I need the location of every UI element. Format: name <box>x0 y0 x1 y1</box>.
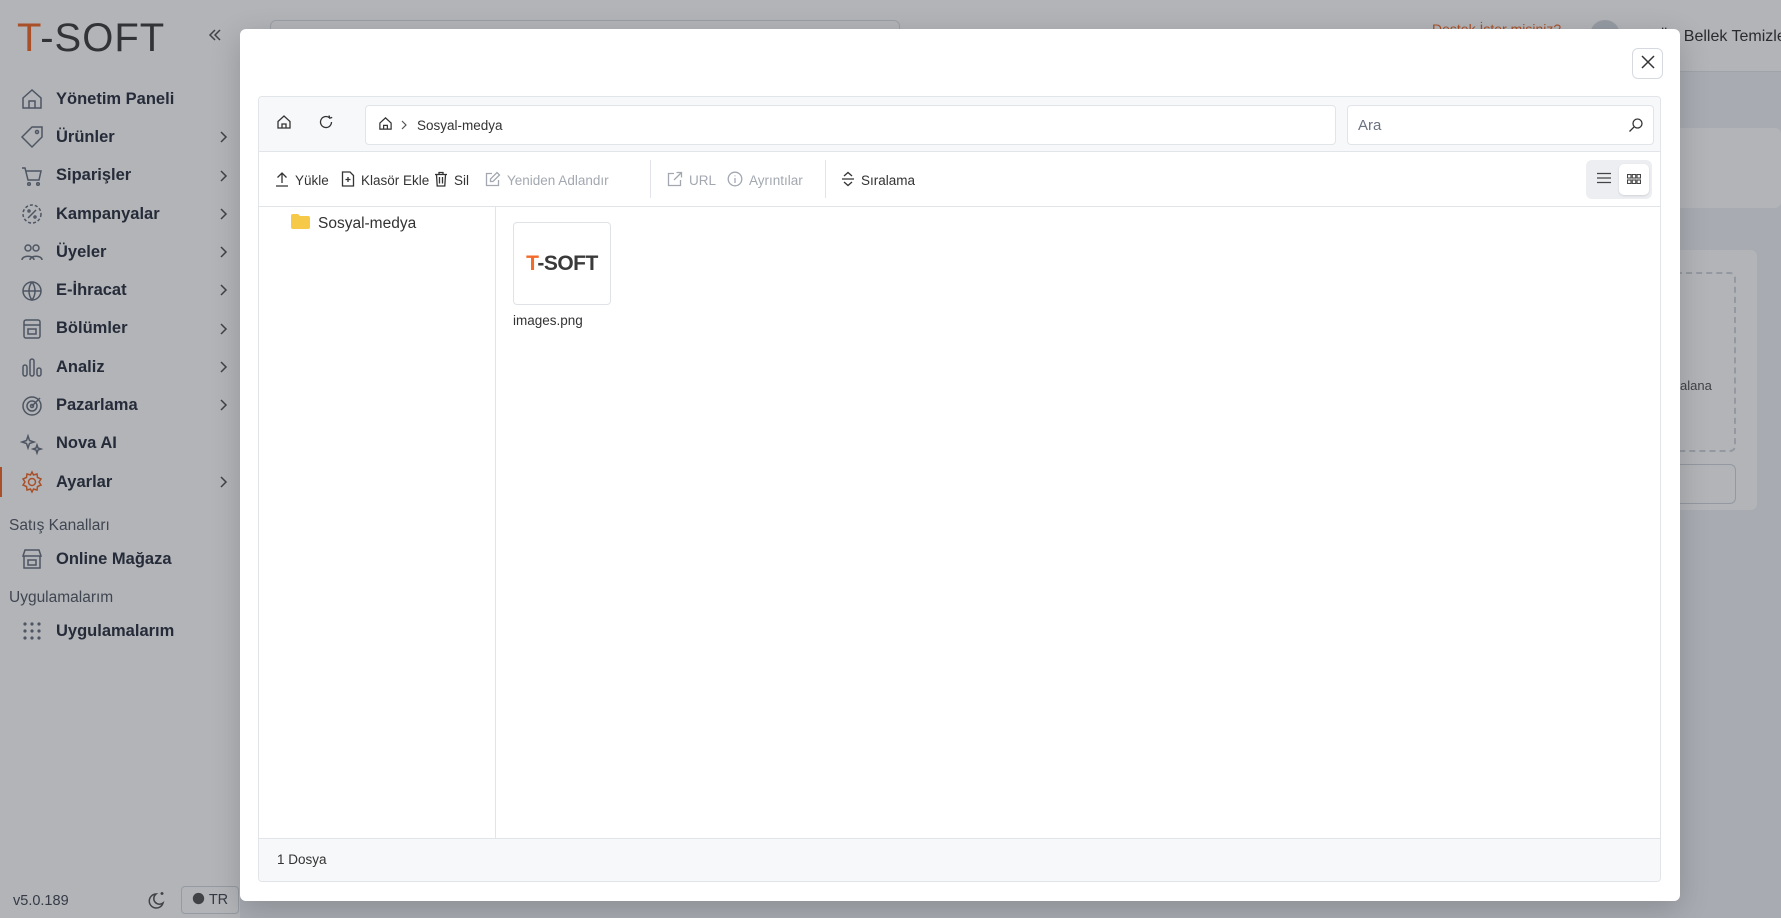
refresh-icon <box>318 114 334 135</box>
refresh-button[interactable] <box>313 111 339 137</box>
info-icon <box>727 171 743 190</box>
add-folder-label: Klasör Ekle <box>361 172 430 188</box>
search-icon[interactable] <box>1628 117 1644 133</box>
grid-icon <box>1626 171 1642 189</box>
view-toggle <box>1586 160 1652 199</box>
details-label: Ayrıntılar <box>749 172 803 188</box>
upload-button[interactable]: Yükle <box>275 169 329 191</box>
toolbar-divider <box>650 160 651 198</box>
edit-icon <box>485 171 501 190</box>
details-button[interactable]: Ayrıntılar <box>727 169 803 191</box>
trash-icon <box>434 171 448 190</box>
breadcrumb-current[interactable]: Sosyal-medya <box>417 118 503 133</box>
close-icon <box>1640 55 1655 72</box>
file-manager-navbar: Sosyal-medya <box>259 97 1660 152</box>
file-name: images.png <box>513 313 583 328</box>
thumbnail-logo: T-SOFT <box>526 251 598 275</box>
file-grid: T-SOFT images.png <box>497 207 1660 839</box>
delete-button[interactable]: Sil <box>434 169 469 191</box>
toolbar-divider <box>825 160 826 198</box>
sort-label: Sıralama <box>861 172 916 188</box>
breadcrumb-home-icon[interactable] <box>378 116 393 134</box>
rename-label: Yeniden Adlandır <box>507 172 609 188</box>
external-link-icon <box>667 171 683 190</box>
file-manager: Sosyal-medya Yükle Klasör Ekle Sil <box>258 96 1661 882</box>
search-input[interactable] <box>1358 106 1618 144</box>
add-folder-button[interactable]: Klasör Ekle <box>341 169 429 191</box>
grid-view-button[interactable] <box>1619 164 1649 195</box>
list-icon <box>1597 171 1611 189</box>
delete-label: Sil <box>454 172 470 188</box>
home-button[interactable] <box>271 111 297 137</box>
tree-item-folder[interactable]: Sosyal-medya <box>291 214 416 234</box>
status-bar: 1 Dosya <box>259 838 1660 881</box>
home-icon <box>276 114 292 135</box>
file-thumbnail: T-SOFT <box>513 222 611 305</box>
file-item[interactable]: T-SOFT images.png <box>513 222 611 328</box>
rename-button[interactable]: Yeniden Adlandır <box>485 169 609 191</box>
breadcrumb: Sosyal-medya <box>365 105 1336 145</box>
folder-icon <box>291 214 310 234</box>
sort-button[interactable]: Sıralama <box>841 169 915 191</box>
file-manager-toolbar: Yükle Klasör Ekle Sil Yeniden Adlandır U… <box>259 152 1660 207</box>
file-search <box>1347 105 1654 145</box>
add-file-icon <box>341 170 355 190</box>
sort-icon <box>841 171 855 190</box>
tree-item-label: Sosyal-medya <box>318 215 417 232</box>
url-button[interactable]: URL <box>667 169 716 191</box>
list-view-button[interactable] <box>1589 164 1619 195</box>
url-label: URL <box>689 172 717 188</box>
file-manager-modal: Sosyal-medya Yükle Klasör Ekle Sil <box>240 29 1680 901</box>
chevron-right-icon <box>399 120 409 130</box>
folder-tree: Sosyal-medya <box>259 207 496 839</box>
upload-icon <box>275 171 289 190</box>
upload-label: Yükle <box>295 172 329 188</box>
close-button[interactable] <box>1632 48 1663 79</box>
